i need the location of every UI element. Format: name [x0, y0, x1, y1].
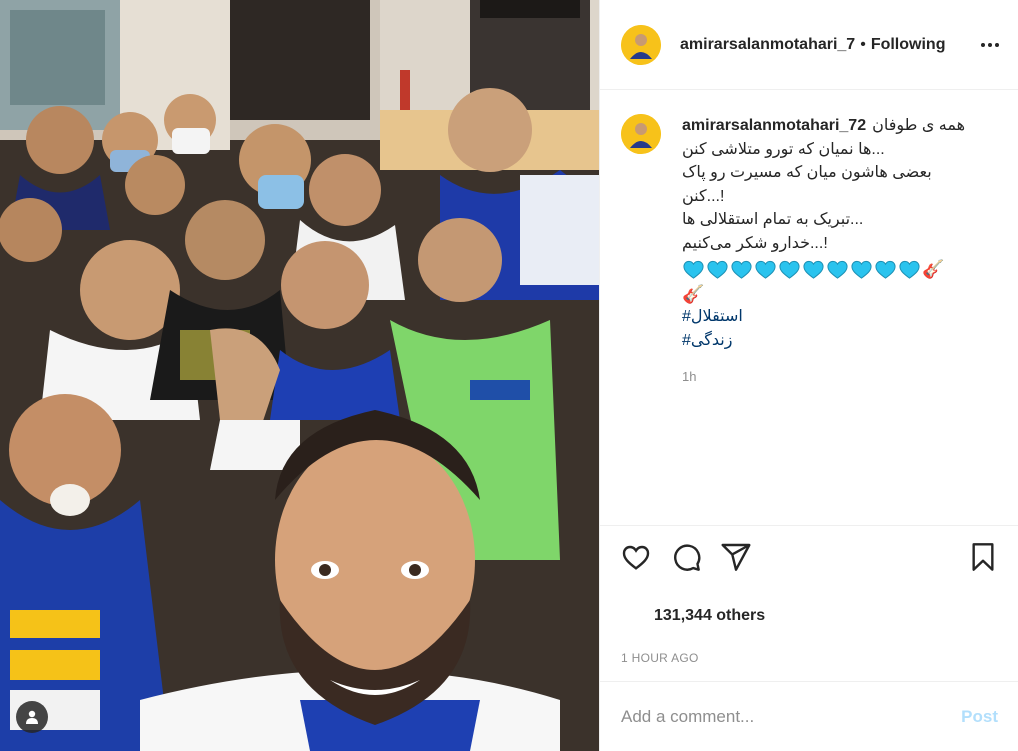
guitar-emoji: 🎸 [682, 284, 705, 304]
caption-line: !...کنن [682, 187, 725, 205]
paper-plane-icon[interactable] [719, 540, 753, 574]
heart-outline-icon[interactable] [619, 540, 653, 574]
caption-time[interactable]: 1h [682, 369, 982, 384]
comment-input[interactable] [621, 706, 962, 727]
caption-line: همه ی طوفان [872, 117, 966, 134]
likes-count[interactable]: 131,344 others [600, 587, 1018, 639]
guitar-emoji-row: 🎸 [682, 283, 982, 305]
hashtag-link[interactable]: #استقلال [682, 305, 982, 329]
blue-heart-emoji [731, 260, 752, 279]
post-header: amirarsalanmotahari_7 • Following [600, 0, 1018, 90]
caption-body: amirarsalanmotahari_72 همه ی طوفان ...ها … [682, 114, 982, 384]
user-tag-icon[interactable] [16, 701, 48, 733]
post-sidebar: amirarsalanmotahari_7 • Following amirar… [599, 0, 1018, 751]
caption-line: ...ها نمیان که تورو متلاشی کنن [682, 140, 885, 158]
add-comment-form: Post [600, 681, 1018, 751]
blue-heart-emoji [779, 260, 800, 279]
blue-heart-emoji [851, 260, 872, 279]
hashtag-link[interactable]: #زندگی [682, 329, 982, 353]
blue-heart-emoji [827, 260, 848, 279]
blue-hearts-emoji-row: 🎸 [682, 258, 982, 280]
caption-comment: amirarsalanmotahari_72 همه ی طوفان ...ها … [621, 114, 1002, 384]
caption-avatar[interactable] [621, 114, 661, 154]
instagram-post: amirarsalanmotahari_7 • Following amirar… [0, 0, 1018, 751]
blue-heart-emoji [707, 260, 728, 279]
comments-section: amirarsalanmotahari_72 همه ی طوفان ...ها … [600, 90, 1018, 525]
caption-line: بعضی هاشون میان که مسیرت رو پاک [682, 164, 932, 181]
action-bar [600, 525, 1018, 587]
caption-line: !...خدارو شکر می‌کنیم [682, 234, 828, 252]
caption-username[interactable]: amirarsalanmotahari_72 [682, 117, 866, 134]
post-comment-button[interactable]: Post [961, 707, 998, 727]
blue-heart-emoji [755, 260, 776, 279]
comment-bubble-icon[interactable] [669, 540, 703, 574]
bookmark-icon[interactable] [966, 540, 1000, 574]
post-timestamp[interactable]: 1 HOUR AGO [600, 639, 1018, 681]
team-selfie-photo [0, 0, 599, 751]
caption-first-line: amirarsalanmotahari_72 همه ی طوفان [682, 114, 982, 138]
guitar-emoji: 🎸 [922, 259, 945, 279]
likes-text[interactable]: 131,344 others [654, 607, 765, 624]
author-username[interactable]: amirarsalanmotahari_7 [680, 36, 855, 54]
header-separator: • [860, 35, 866, 53]
more-horizontal-icon[interactable] [978, 33, 1002, 57]
caption-line: ...تبریک به تمام استقلالی ها [682, 211, 864, 228]
follow-status-button[interactable]: Following [871, 36, 946, 54]
author-avatar[interactable] [621, 24, 661, 65]
post-photo[interactable] [0, 0, 599, 751]
blue-heart-emoji [899, 260, 920, 279]
blue-heart-emoji [875, 260, 896, 279]
blue-heart-emoji [803, 260, 824, 279]
blue-heart-emoji [683, 260, 704, 279]
